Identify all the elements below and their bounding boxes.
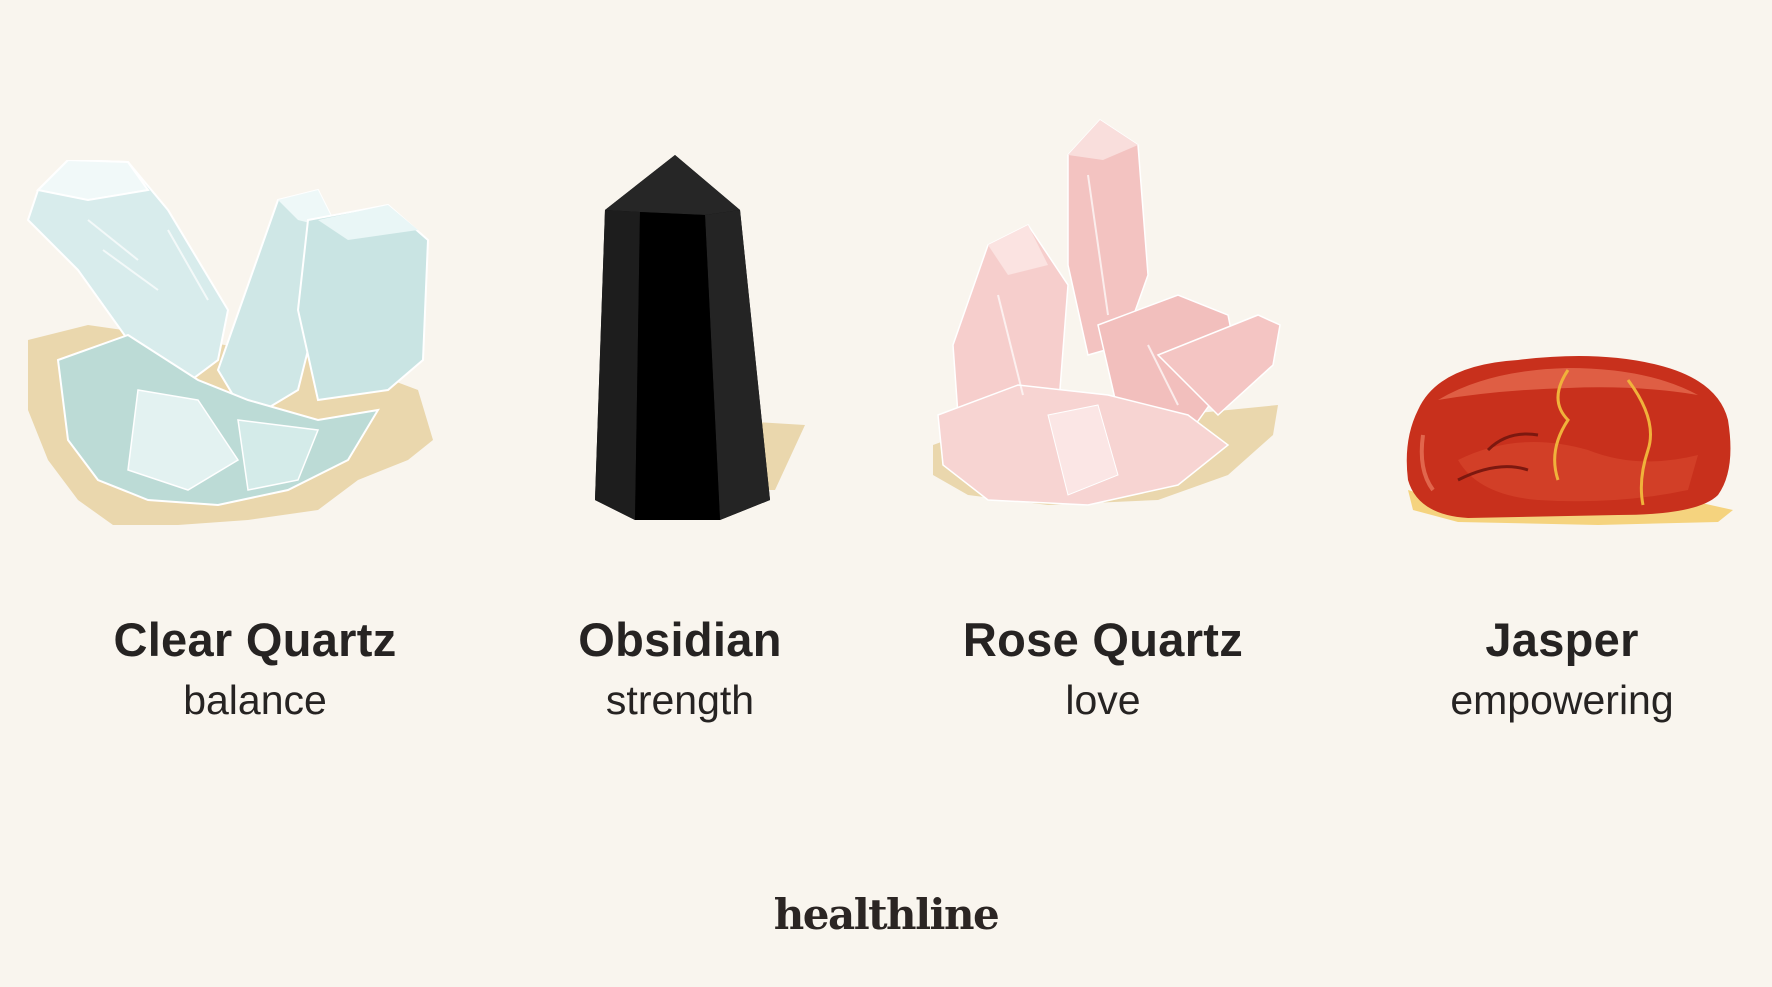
crystal-name: Obsidian <box>578 613 782 666</box>
crystal-trait: strength <box>605 677 755 723</box>
rose-quartz-crystal-icon <box>933 119 1281 506</box>
healthline-logo: healthline <box>773 890 1000 939</box>
crystal-trait: balance <box>183 677 327 723</box>
crystal-name: Rose Quartz <box>962 613 1244 666</box>
crystal-trait: empowering <box>1450 677 1674 723</box>
obsidian-crystal-icon <box>595 155 805 520</box>
jasper-stone-icon <box>1406 356 1733 525</box>
crystal-name: Clear Quartz <box>113 613 397 666</box>
caption-obsidian: Obsidian strength <box>470 612 890 726</box>
caption-rose-quartz: Rose Quartz love <box>893 612 1313 726</box>
crystal-name: Jasper <box>1485 613 1639 666</box>
clear-quartz-crystal-icon <box>26 160 433 525</box>
caption-jasper: Jasper empowering <box>1352 612 1772 726</box>
crystal-trait: love <box>1065 677 1141 723</box>
crystal-infographic: Clear Quartz balance Obsidian strength R… <box>0 0 1772 987</box>
caption-clear-quartz: Clear Quartz balance <box>45 612 465 726</box>
